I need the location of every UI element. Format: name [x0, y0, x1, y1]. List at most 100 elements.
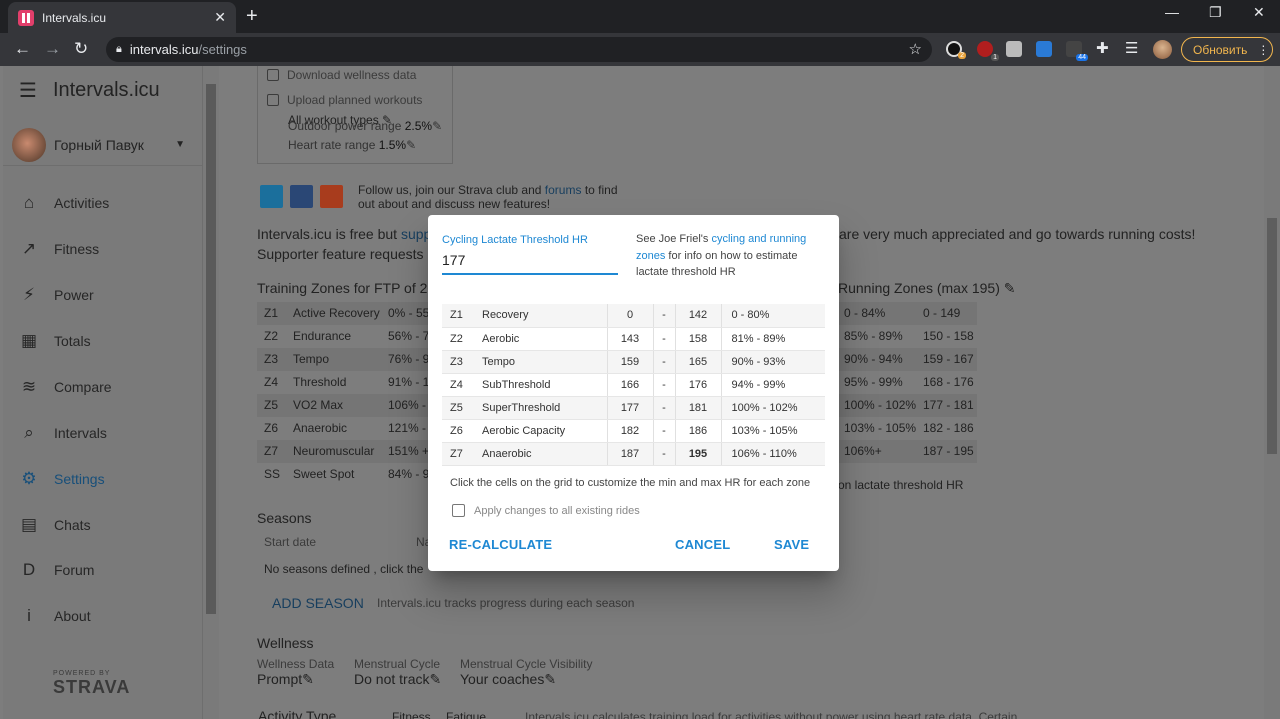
- maximize-button[interactable]: ❐: [1209, 4, 1222, 21]
- hr-zone-max-cell[interactable]: 142: [674, 304, 722, 328]
- hr-zone-max-cell[interactable]: 181: [674, 396, 722, 420]
- recalculate-button[interactable]: RE-CALCULATE: [449, 537, 552, 552]
- more-vert-icon[interactable]: ⋮: [1257, 43, 1269, 57]
- sidebar-item-activities[interactable]: ⌂ Activities: [3, 180, 203, 226]
- upload-planned-option[interactable]: Upload planned workouts: [267, 93, 422, 107]
- running-zone-pct: 85% - 89%: [844, 329, 903, 343]
- sidebar-item-totals[interactable]: ▦ Totals: [3, 318, 203, 364]
- checkbox-icon[interactable]: [452, 504, 465, 517]
- forward-arrow-icon[interactable]: →: [44, 39, 61, 59]
- address-bar[interactable]: 🔒︎ intervals.icu /settings ☆: [106, 37, 932, 62]
- main-scrollbar[interactable]: [1264, 66, 1280, 719]
- sidebar-item-settings[interactable]: ⚙ Settings: [3, 456, 203, 502]
- running-zone-bpm: 150 - 158: [923, 329, 974, 343]
- hr-zone-max-cell[interactable]: 176: [674, 373, 722, 397]
- wellness-title: Wellness: [257, 635, 314, 651]
- power-zone-pct: 121% -: [388, 421, 427, 435]
- hr-zone-min-cell[interactable]: 187: [606, 442, 654, 466]
- lthr-input[interactable]: 177: [442, 251, 618, 275]
- hr-zone-percent: 90% - 93%: [721, 350, 825, 374]
- running-zone-pct: 100% - 102%: [844, 398, 917, 412]
- start-date-header[interactable]: Start date: [264, 535, 316, 549]
- update-button[interactable]: Обновить ⋮: [1181, 37, 1273, 62]
- outdoor-power-range[interactable]: Outdoor power range 2.5%✎: [288, 119, 442, 133]
- activity-note: Intervals.icu calculates training load f…: [525, 710, 1018, 719]
- window-close-button[interactable]: ✕: [1253, 4, 1265, 21]
- new-tab-button[interactable]: +: [246, 5, 258, 28]
- extension-icon[interactable]: 44: [1066, 41, 1088, 61]
- download-wellness-option[interactable]: Download wellness data: [267, 68, 416, 82]
- forums-link[interactable]: forums: [545, 183, 582, 197]
- strava-icon[interactable]: [320, 185, 343, 208]
- update-label: Обновить: [1193, 42, 1248, 57]
- hr-zone-min-cell[interactable]: 166: [606, 373, 654, 397]
- sidebar-item-power[interactable]: ⚡ Power: [3, 272, 203, 318]
- facebook-icon[interactable]: [290, 185, 313, 208]
- camera-icon[interactable]: [1006, 41, 1022, 57]
- wellness-data-value-text: Prompt: [257, 671, 303, 687]
- wellness-data-value[interactable]: Prompt✎: [257, 671, 314, 688]
- hr-zone-row: Z1 Recovery 0-142 0 - 80%: [442, 304, 825, 328]
- sidebar-item-forum[interactable]: D Forum: [3, 547, 203, 593]
- cancel-button[interactable]: CANCEL: [675, 537, 730, 552]
- apply-all-checkbox[interactable]: Apply changes to all existing rides: [452, 504, 640, 517]
- hr-zone-max-cell[interactable]: 158: [674, 327, 722, 351]
- checkbox-icon[interactable]: [267, 69, 279, 81]
- range-dash: -: [653, 419, 675, 443]
- help-prefix: See Joe Friel's: [636, 233, 709, 245]
- sidebar-header: ☰ Intervals.icu: [3, 66, 203, 114]
- menstrual-visibility-value[interactable]: Your coaches✎: [460, 671, 556, 688]
- sidebar-item-compare[interactable]: ≋ Compare: [3, 364, 203, 410]
- sidebar: ☰ Intervals.icu Горный Павук ▼ ⌂ Activiti…: [3, 66, 203, 719]
- puzzle-icon[interactable]: ✚: [1096, 39, 1109, 57]
- hr-zone-min-cell[interactable]: 177: [606, 396, 654, 420]
- free-notice: Intervals.icu is free but suppo: [257, 226, 439, 242]
- sidebar-item-about[interactable]: i About: [3, 593, 203, 639]
- hr-zone-max-cell[interactable]: 186: [674, 419, 722, 443]
- sidebar-item-chats[interactable]: ▤ Chats: [3, 502, 203, 548]
- browser-toolbar: ← → ↻ 🔒︎ intervals.icu /settings ☆ 2 1 4…: [0, 33, 1280, 66]
- minimize-button[interactable]: —: [1165, 4, 1179, 20]
- url-path: /settings: [198, 42, 247, 57]
- profile-avatar[interactable]: [1153, 40, 1172, 59]
- menstrual-visibility-label: Menstrual Cycle Visibility: [460, 657, 593, 671]
- hr-zone-id: Z7: [442, 442, 472, 466]
- twitter-icon[interactable]: [260, 185, 283, 208]
- apply-all-label: Apply changes to all existing rides: [474, 504, 640, 517]
- running-zones-title[interactable]: Running Zones (max 195) ✎: [838, 280, 1016, 297]
- sidebar-item-intervals[interactable]: ⌕ Intervals: [3, 410, 203, 456]
- translate-icon[interactable]: [1036, 41, 1052, 57]
- reload-icon[interactable]: ↻: [74, 39, 88, 59]
- back-arrow-icon[interactable]: ←: [14, 39, 31, 59]
- save-button[interactable]: SAVE: [774, 537, 809, 552]
- sidebar-scrollbar[interactable]: [203, 66, 219, 719]
- hr-zone-max-cell[interactable]: 165: [674, 350, 722, 374]
- extension-icon[interactable]: 2: [946, 41, 966, 59]
- menstrual-cycle-value[interactable]: Do not track✎: [354, 671, 441, 688]
- tab-close-icon[interactable]: ✕: [214, 9, 226, 26]
- media-list-icon[interactable]: ☰: [1125, 39, 1138, 57]
- hr-zone-percent: 103% - 105%: [721, 419, 825, 443]
- hr-zone-min-cell[interactable]: 159: [606, 350, 654, 374]
- training-zones-title[interactable]: Training Zones for FTP of 20: [257, 280, 435, 296]
- strava-powered-label: POWERED BY: [53, 670, 111, 677]
- hr-zone-min-cell[interactable]: 143: [606, 327, 654, 351]
- menu-icon[interactable]: ☰: [19, 78, 37, 103]
- app-brand[interactable]: Intervals.icu: [53, 79, 160, 102]
- running-zone-pct: 0 - 84%: [844, 306, 886, 320]
- ublock-icon[interactable]: 1: [977, 41, 999, 61]
- menstrual-visibility-value-text: Your coaches: [460, 671, 545, 687]
- running-zone-bpm: 0 - 149: [923, 306, 961, 320]
- browser-tab[interactable]: Intervals.icu ✕: [8, 2, 236, 33]
- add-season-button[interactable]: ADD SEASON: [272, 595, 364, 611]
- checkbox-icon[interactable]: [267, 94, 279, 106]
- bookmark-star-icon[interactable]: ☆: [909, 40, 922, 58]
- hr-zone-row: Z2 Aerobic 143-158 81% - 89%: [442, 327, 825, 351]
- hr-zone-min-cell[interactable]: 0: [606, 304, 654, 328]
- sidebar-item-fitness[interactable]: ↗ Fitness: [3, 226, 203, 272]
- user-switcher[interactable]: Горный Павук ▼: [3, 124, 203, 166]
- hr-zone-min-cell[interactable]: 182: [606, 419, 654, 443]
- hr-range[interactable]: Heart rate range 1.5%✎: [288, 138, 416, 152]
- hr-zone-max-cell[interactable]: 195: [674, 442, 722, 466]
- menstrual-cycle-value-text: Do not track: [354, 671, 430, 687]
